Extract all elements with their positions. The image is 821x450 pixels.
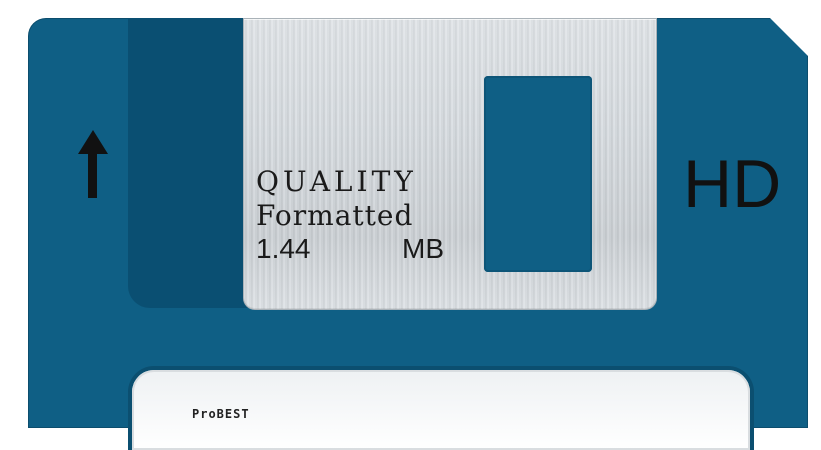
up-arrow-icon xyxy=(78,130,108,200)
arrow-head xyxy=(78,130,108,154)
formatted-text: Formatted xyxy=(256,199,414,232)
brand-logo-text: ProBEST xyxy=(192,407,250,421)
arrow-stem xyxy=(88,152,97,198)
quality-text: QUALITY xyxy=(256,165,417,198)
shutter-window xyxy=(484,76,592,272)
capacity-value: 1.44 xyxy=(256,233,311,264)
floppy-disk-body: QUALITY Formatted 1.44 MB HD ProBEST xyxy=(28,18,808,450)
metal-shutter xyxy=(243,18,657,310)
shutter-label: QUALITY Formatted 1.44 MB xyxy=(256,165,456,265)
capacity-row: 1.44 MB xyxy=(256,233,444,265)
disk-label-area: ProBEST xyxy=(132,370,750,450)
capacity-unit: MB xyxy=(402,233,444,264)
hd-label: HD xyxy=(683,146,782,222)
